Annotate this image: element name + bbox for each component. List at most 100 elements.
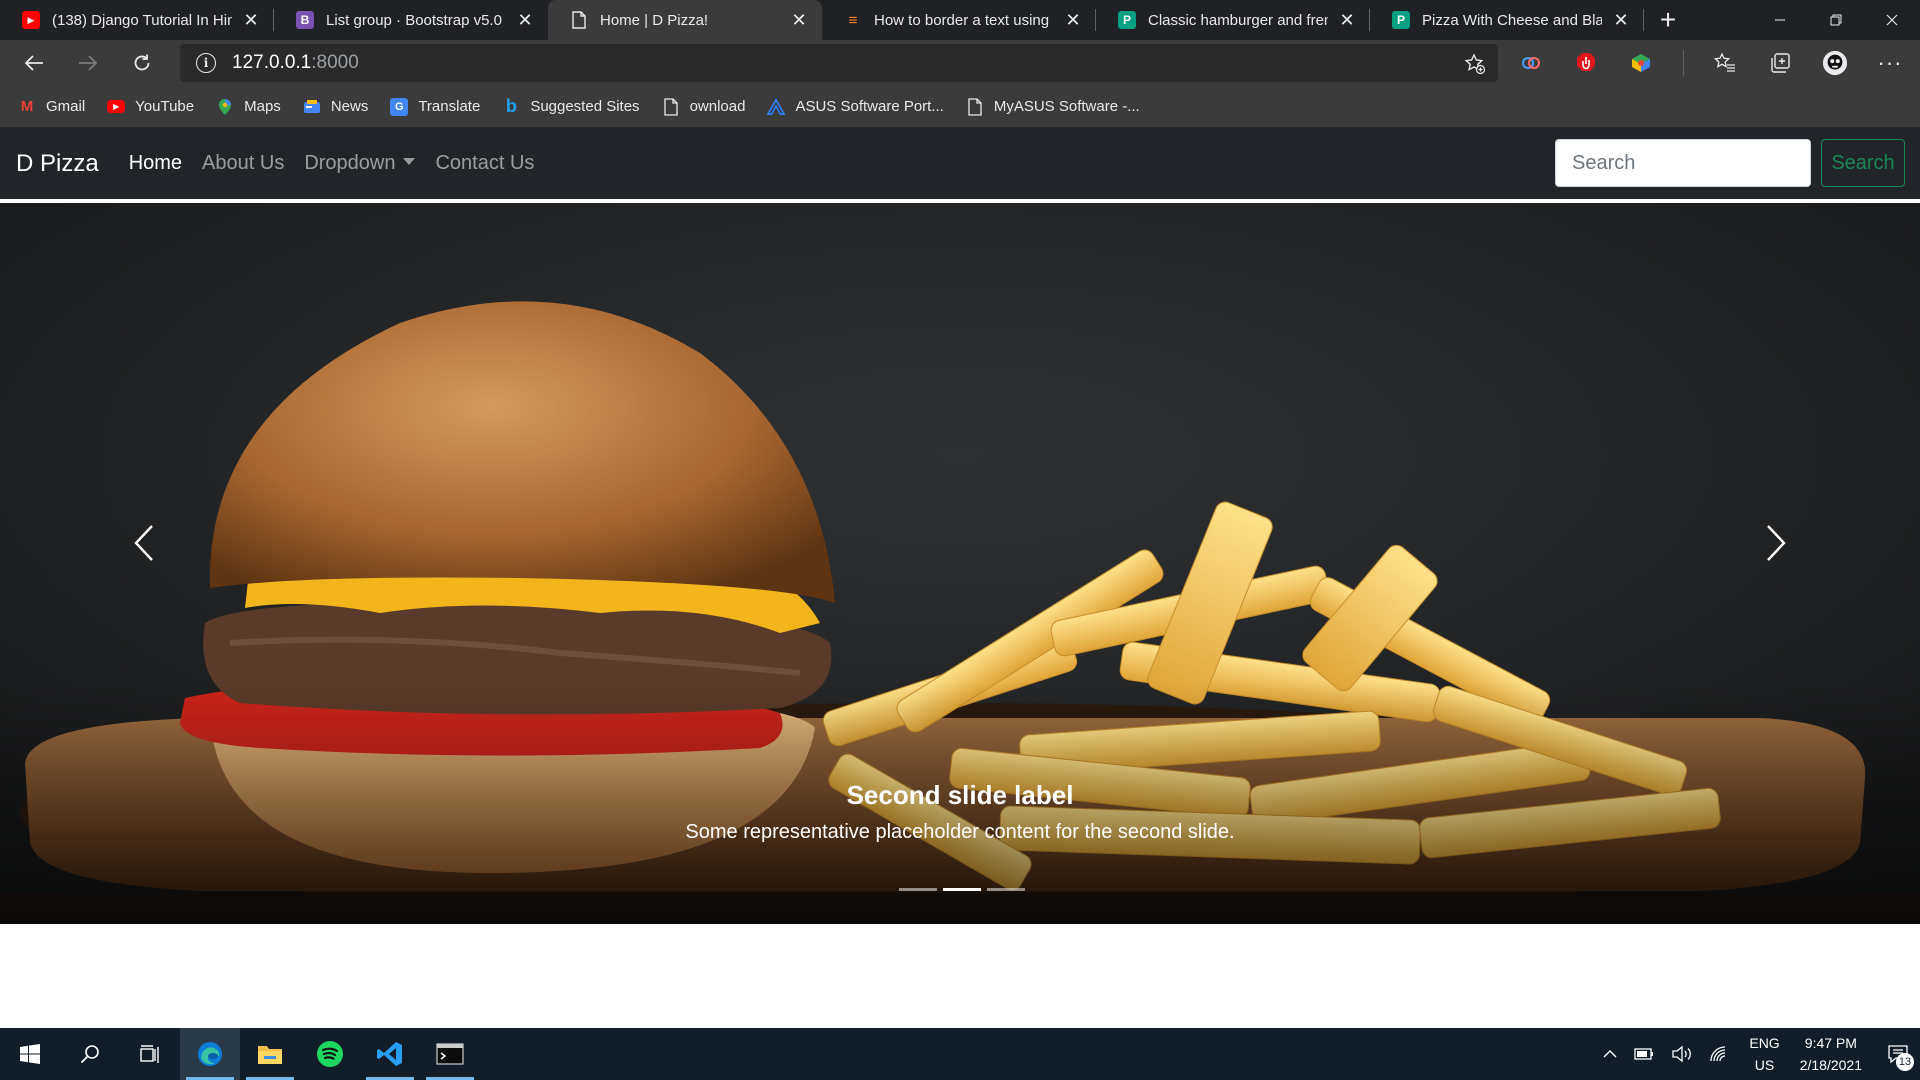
- arrow-left-icon: [24, 55, 43, 71]
- task-view-button[interactable]: [120, 1028, 180, 1080]
- tab-title: How to border a text using B: [874, 11, 1054, 29]
- windows-taskbar: ENG US 9:47 PM 2/18/2021 13: [0, 1028, 1920, 1080]
- slide-indicator-2[interactable]: [943, 888, 981, 891]
- forward-button[interactable]: [68, 43, 108, 83]
- restore-button[interactable]: [1808, 0, 1864, 40]
- volume-icon[interactable]: [1671, 1045, 1693, 1063]
- slide-indicator-1[interactable]: [899, 888, 937, 891]
- extension-icon[interactable]: [1518, 50, 1544, 76]
- tab-title: List group · Bootstrap v5.0: [326, 11, 502, 29]
- stackoverflow-icon: ≡: [848, 11, 858, 29]
- youtube-icon: ▶: [22, 11, 40, 29]
- tab-title: Classic hamburger and french: [1148, 11, 1328, 29]
- browser-tab-strip: ▶ (138) Django Tutorial In Hindi ✕ B Lis…: [0, 0, 1920, 40]
- taskbar-spotify[interactable]: [300, 1028, 360, 1080]
- battery-icon[interactable]: [1633, 1047, 1655, 1061]
- refresh-button[interactable]: [122, 43, 162, 83]
- tab-title: Home | D Pizza!: [600, 11, 709, 29]
- carousel-next-button[interactable]: [1746, 513, 1806, 573]
- burger-fries-photo: [0, 203, 1920, 924]
- bookmark-suggested-sites[interactable]: b Suggested Sites: [502, 96, 640, 116]
- site-brand[interactable]: D Pizza: [16, 150, 99, 178]
- site-info-icon[interactable]: i: [196, 53, 216, 73]
- site-navbar: D Pizza Home About Us Dropdown Contact U…: [0, 128, 1920, 199]
- windows-logo-icon: [20, 1044, 40, 1064]
- close-icon[interactable]: ✕: [1062, 9, 1084, 31]
- address-bar[interactable]: i 127.0.0.1:8000: [180, 44, 1498, 82]
- search-input[interactable]: [1555, 139, 1811, 187]
- profile-avatar[interactable]: [1822, 50, 1848, 76]
- search-button-taskbar[interactable]: [60, 1028, 120, 1080]
- slide-indicator-3[interactable]: [987, 888, 1025, 891]
- browser-tab[interactable]: B List group · Bootstrap v5.0 ✕: [274, 0, 548, 40]
- close-icon[interactable]: ✕: [788, 9, 810, 31]
- browser-tab[interactable]: P Pizza With Cheese and Black ✕: [1370, 0, 1644, 40]
- close-icon[interactable]: ✕: [1610, 9, 1632, 31]
- adblock-icon[interactable]: [1573, 50, 1599, 76]
- back-button[interactable]: [14, 43, 54, 83]
- close-icon[interactable]: ✕: [240, 9, 262, 31]
- browser-tab-active[interactable]: Home | D Pizza! ✕: [548, 0, 822, 40]
- taskbar-file-explorer[interactable]: [240, 1028, 300, 1080]
- bookmark-news[interactable]: News: [303, 98, 368, 116]
- slide-text: Some representative placeholder content …: [685, 821, 1235, 843]
- wifi-icon[interactable]: [1709, 1045, 1729, 1063]
- browser-tab[interactable]: P Classic hamburger and french ✕: [1096, 0, 1370, 40]
- asus-icon: [767, 97, 786, 116]
- bookmark-myasus[interactable]: MyASUS Software -...: [966, 97, 1140, 116]
- google-extension-icon[interactable]: [1628, 50, 1654, 76]
- pexels-icon: P: [1118, 11, 1136, 29]
- minimize-button[interactable]: [1752, 0, 1808, 40]
- nav-dropdown[interactable]: Dropdown: [304, 152, 416, 175]
- nav-about-us[interactable]: About Us: [202, 152, 284, 175]
- tab-title: (138) Django Tutorial In Hindi: [52, 11, 232, 29]
- browser-tab[interactable]: ≡ How to border a text using B ✕: [822, 0, 1096, 40]
- system-tray: ENG US 9:47 PM 2/18/2021 13: [1595, 1028, 1920, 1080]
- close-icon[interactable]: ✕: [1336, 9, 1358, 31]
- nav-home[interactable]: Home: [129, 152, 182, 175]
- bookmark-download[interactable]: ownload: [662, 97, 745, 116]
- clock[interactable]: 9:47 PM 2/18/2021: [1800, 1032, 1862, 1076]
- bookmark-gmail[interactable]: M Gmail: [18, 98, 85, 116]
- gmail-icon: M: [20, 98, 34, 115]
- close-icon[interactable]: ✕: [514, 9, 536, 31]
- close-window-button[interactable]: [1864, 0, 1920, 40]
- edge-icon: [198, 1042, 222, 1066]
- add-favorite-icon[interactable]: [1464, 53, 1486, 80]
- maps-icon: [216, 98, 234, 116]
- page-icon: [966, 97, 984, 116]
- pexels-icon: P: [1392, 11, 1410, 29]
- taskbar-terminal[interactable]: [420, 1028, 480, 1080]
- search-button[interactable]: Search: [1821, 139, 1905, 187]
- language-indicator[interactable]: ENG US: [1749, 1032, 1779, 1076]
- bookmark-youtube[interactable]: ▶ YouTube: [107, 98, 194, 115]
- bookmark-maps[interactable]: Maps: [216, 98, 281, 116]
- more-menu-icon[interactable]: ···: [1877, 50, 1903, 76]
- nav-contact-us[interactable]: Contact Us: [435, 152, 534, 175]
- url-text: 127.0.0.1:8000: [232, 52, 359, 73]
- collections-icon[interactable]: [1767, 50, 1793, 76]
- bookmark-asus-software[interactable]: ASUS Software Port...: [767, 97, 944, 116]
- bookmark-translate[interactable]: G Translate: [390, 97, 480, 116]
- favorites-icon[interactable]: [1712, 50, 1738, 76]
- notification-badge: 13: [1896, 1053, 1914, 1071]
- page-icon: [662, 97, 680, 116]
- hero-carousel: Second slide label Some representative p…: [0, 203, 1920, 924]
- carousel-prev-button[interactable]: [114, 513, 174, 573]
- search-icon: [80, 1045, 99, 1064]
- action-center-button[interactable]: 13: [1876, 1028, 1920, 1080]
- new-tab-button[interactable]: +: [1648, 0, 1688, 40]
- caret-down-icon: [403, 158, 416, 165]
- terminal-icon: [436, 1043, 464, 1065]
- start-button[interactable]: [0, 1028, 60, 1080]
- spotify-icon: [317, 1041, 343, 1067]
- taskbar-vscode[interactable]: [360, 1028, 420, 1080]
- browser-tab[interactable]: ▶ (138) Django Tutorial In Hindi ✕: [0, 0, 274, 40]
- refresh-icon: [134, 54, 150, 71]
- translate-icon: G: [390, 97, 409, 116]
- nav-links: Home About Us Dropdown Contact Us: [129, 152, 555, 175]
- bootstrap-icon: B: [296, 11, 314, 29]
- chevron-left-icon: [134, 525, 153, 561]
- chevron-up-icon[interactable]: [1603, 1049, 1617, 1059]
- taskbar-edge[interactable]: [180, 1028, 240, 1080]
